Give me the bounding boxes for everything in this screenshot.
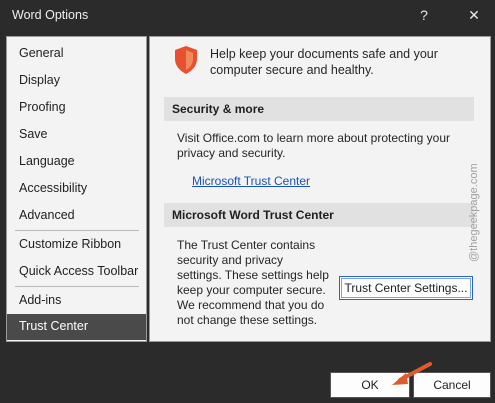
sidebar-item-save[interactable]: Save [7, 122, 146, 148]
sidebar-item-quick-access-toolbar[interactable]: Quick Access Toolbar [7, 259, 146, 285]
security-description: Visit Office.com to learn more about pro… [177, 131, 451, 160]
microsoft-trust-center-link[interactable]: Microsoft Trust Center [192, 174, 310, 188]
sidebar-item-accessibility[interactable]: Accessibility [7, 176, 146, 202]
sidebar-item-proofing[interactable]: Proofing [7, 95, 146, 121]
sidebar-item-display[interactable]: Display [7, 68, 146, 94]
section-header-trust-center: Microsoft Word Trust Center [164, 203, 474, 227]
sidebar-item-customize-ribbon[interactable]: Customize Ribbon [7, 232, 146, 258]
watermark: @thegeekpage.com [468, 163, 480, 262]
word-options-dialog: Word Options ? ✕ General Display Proofin… [0, 0, 495, 403]
sidebar-item-add-ins[interactable]: Add-ins [7, 288, 146, 314]
help-button[interactable]: ? [410, 4, 438, 26]
intro-text: Help keep your documents safe and your c… [210, 47, 438, 77]
sidebar-item-language[interactable]: Language [7, 149, 146, 175]
sidebar-item-advanced[interactable]: Advanced [7, 203, 146, 229]
close-button[interactable]: ✕ [460, 4, 488, 26]
sidebar-divider [15, 230, 139, 231]
sidebar-item-general[interactable]: General [7, 41, 146, 67]
trust-center-panel: Help keep your documents safe and your c… [149, 36, 491, 342]
arrow-annotation-icon [392, 362, 432, 385]
title-bar: Word Options ? ✕ [0, 0, 495, 32]
close-icon: ✕ [468, 7, 480, 23]
shield-icon [175, 46, 197, 74]
section-header-security: Security & more [164, 97, 474, 121]
sidebar-item-trust-center[interactable]: Trust Center [7, 314, 146, 340]
window-title: Word Options [12, 8, 89, 22]
trust-center-description: The Trust Center contains security and p… [177, 238, 329, 327]
sidebar-divider [15, 286, 139, 287]
trust-center-settings-button[interactable]: Trust Center Settings... [339, 276, 473, 300]
options-sidebar: General Display Proofing Save Language A… [6, 36, 147, 342]
